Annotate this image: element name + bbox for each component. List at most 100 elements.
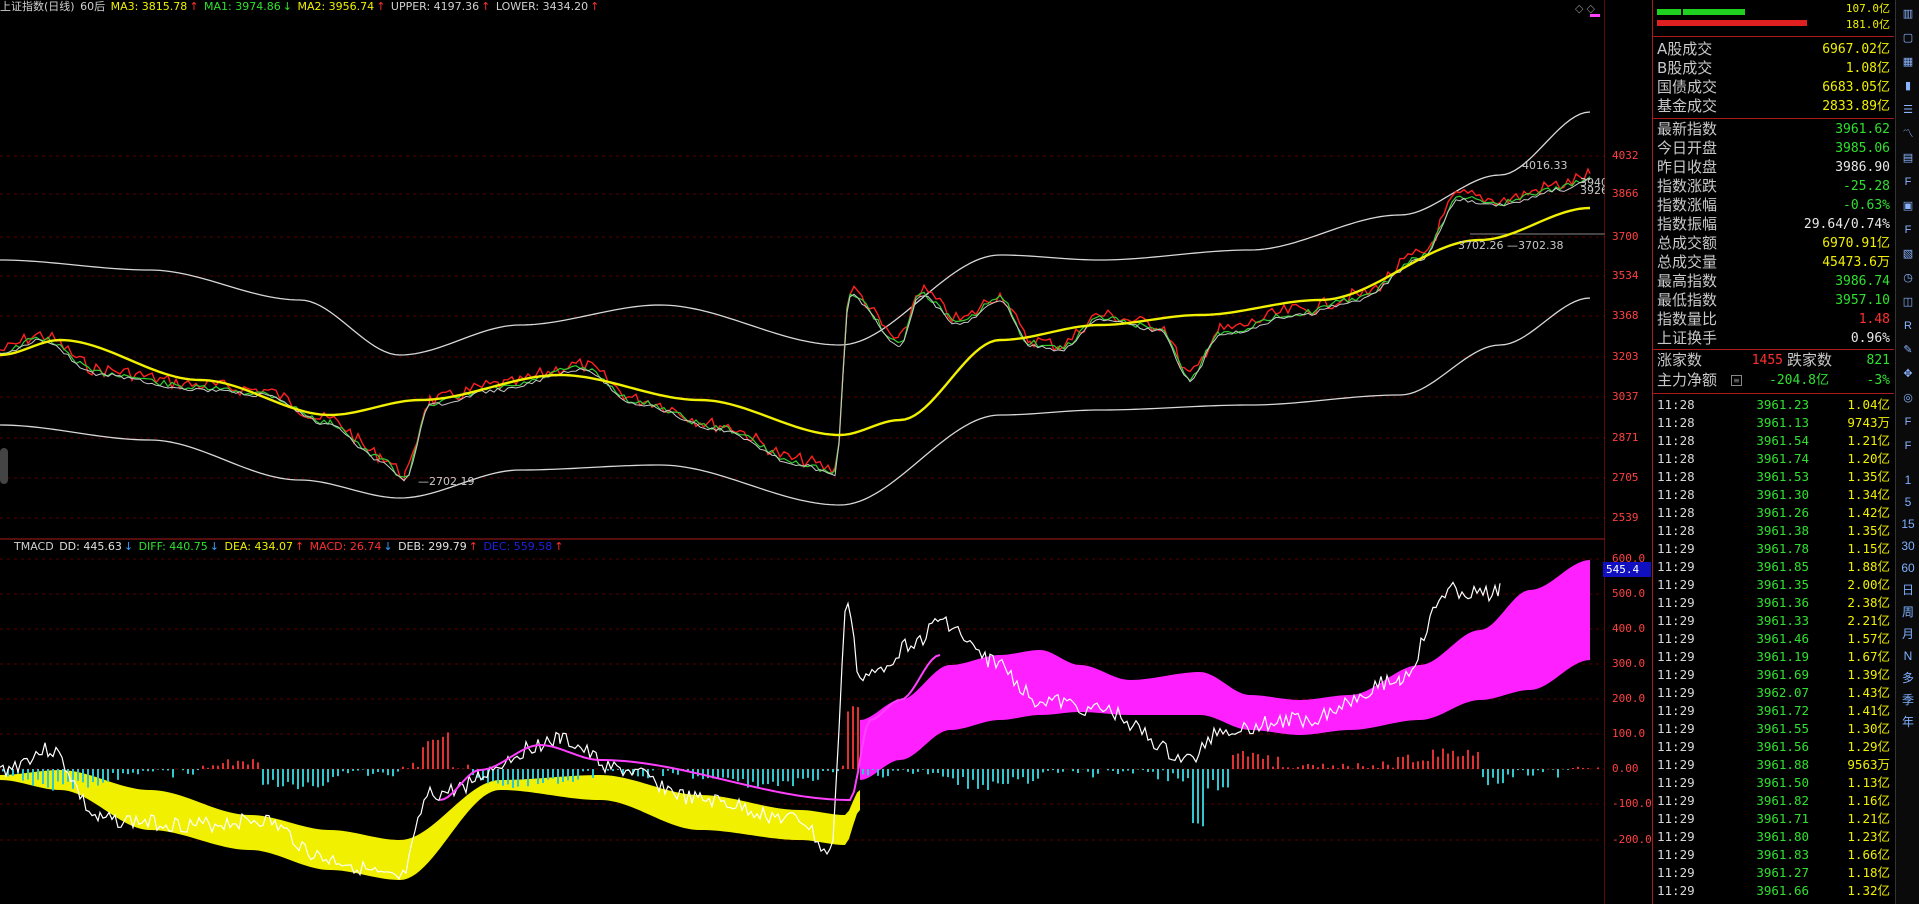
bar-chart-icon[interactable]: ▮ [1898,76,1918,96]
period-button[interactable]: 多 [1898,668,1918,688]
tick-row[interactable]: 11:29 3961.69 1.39亿 [1655,666,1890,684]
flow-info-icon[interactable]: ≡ [1731,375,1742,386]
period-label[interactable]: 60后 [80,0,105,13]
up-label: 涨家数 [1657,351,1703,369]
chart-icon[interactable]: ◫ [1898,292,1918,312]
period-button[interactable]: 日 [1898,580,1918,600]
histogram-bar [417,766,419,769]
histogram-bar [802,769,804,779]
histogram-bar [1342,763,1344,769]
pencil-icon[interactable]: ✎ [1898,340,1918,360]
histogram-bar [1212,769,1214,780]
tick-row[interactable]: 11:29 3961.36 2.38亿 [1655,594,1890,612]
diamond-icons[interactable]: ◇ ◇ [1575,2,1601,22]
histogram-bar [832,769,834,773]
tick-row[interactable]: 11:29 3961.35 2.00亿 [1655,576,1890,594]
move-icon[interactable]: ✥ [1898,364,1918,384]
tick-row[interactable]: 11:28 3961.54 1.21亿 [1655,432,1890,450]
histogram-bar [717,769,719,778]
sub-axis-label: 0.00 [1612,762,1639,775]
tick-row[interactable]: 11:28 3961.26 1.42亿 [1655,504,1890,522]
chart-area[interactable]: 4016.33 —2702.19 3702.26 —3702.38 3940 3926 … [0,0,1605,904]
period-button[interactable]: 月 [1898,624,1918,644]
histogram-bar [282,769,284,787]
tick-row[interactable]: 11:29 3961.66 1.32亿 [1655,882,1890,900]
tick-row[interactable]: 11:29 3961.33 2.21亿 [1655,612,1890,630]
histogram-bar [1312,764,1314,769]
histogram-bar [607,769,609,771]
period-button[interactable]: 60 [1898,558,1918,578]
f5-icon[interactable]: F [1898,412,1918,432]
sheet-icon[interactable]: ▧ [1898,244,1918,264]
histogram-bar [542,769,544,783]
index-row-value: 3985.06 [1835,141,1890,156]
period-button[interactable]: 30 [1898,536,1918,556]
histogram-bar [1142,769,1144,771]
tick-row[interactable]: 11:29 3961.55 1.30亿 [1655,720,1890,738]
tick-row[interactable]: 11:28 3961.13 9743万 [1655,414,1890,432]
histogram-bar [732,769,734,779]
turnover-row-label: 国债成交 [1657,78,1718,96]
tick-row[interactable]: 11:29 3961.80 1.23亿 [1655,828,1890,846]
period-button[interactable]: 季 [1898,690,1918,710]
tick-row[interactable]: 11:29 3962.07 1.43亿 [1655,684,1890,702]
bollinger-bands [0,111,1605,506]
tick-row[interactable]: 11:29 3961.50 1.13亿 [1655,774,1890,792]
tick-row[interactable]: 11:29 3961.78 1.15亿 [1655,540,1890,558]
histogram-bar [652,769,654,771]
tick-row[interactable]: 11:28 3961.74 1.20亿 [1655,450,1890,468]
tick-row[interactable]: 11:29 3961.71 1.21亿 [1655,810,1890,828]
period-button[interactable]: 1 [1898,470,1918,490]
tick-row[interactable]: 11:28 3961.53 1.35亿 [1655,468,1890,486]
histogram-bar [1057,769,1059,773]
window-icon[interactable]: ▢ [1898,28,1918,48]
histogram-bar [957,769,959,785]
list-icon[interactable]: ☰ [1898,100,1918,120]
tick-row[interactable]: 11:29 3961.19 1.67亿 [1655,648,1890,666]
tick-row[interactable]: 11:29 3961.88 9563万 [1655,756,1890,774]
tick-row[interactable]: 11:29 3961.72 1.41亿 [1655,702,1890,720]
tick-row[interactable]: 11:29 3961.56 1.29亿 [1655,738,1890,756]
histogram-bar [727,769,729,778]
chart-title[interactable]: 上证指数(日线) [0,0,75,13]
tick-row[interactable]: 11:29 3961.27 1.18亿 [1655,864,1890,882]
bar-top-value: 107.0亿 [1845,2,1890,15]
period-button[interactable]: N [1898,646,1918,666]
target-icon[interactable]: ◎ [1898,388,1918,408]
period-button[interactable]: 15 [1898,514,1918,534]
tmacd-label[interactable]: TMACD [14,540,54,553]
f10-icon[interactable]: F [1898,172,1918,192]
histogram-bar [1152,769,1154,772]
period-button[interactable]: 5 [1898,492,1918,512]
tick-row[interactable]: 11:29 3961.85 1.88亿 [1655,558,1890,576]
tick-row[interactable]: 11:29 3961.46 1.57亿 [1655,630,1890,648]
period-button[interactable]: 年 [1898,712,1918,732]
histogram-bar [212,765,214,769]
tick-time: 11:28 [1657,505,1695,520]
tick-row[interactable]: 11:28 3961.23 1.04亿 [1655,396,1890,414]
histogram-bar [82,769,84,783]
chart-canvas[interactable]: 4016.33—2702.193702.26 —3702.3839403926 [0,0,1605,904]
histogram-bar [1442,748,1444,769]
tick-row[interactable]: 11:29 3961.83 1.66亿 [1655,846,1890,864]
grid-icon[interactable]: ▦ [1898,52,1918,72]
histogram-bar [272,769,274,780]
rsi-icon[interactable]: R [1898,316,1918,336]
period-button[interactable]: 周 [1898,602,1918,622]
kline-icon[interactable]: ▥ [1898,4,1918,24]
histogram-bar [567,769,569,781]
tick-row[interactable]: 11:29 3961.82 1.16亿 [1655,792,1890,810]
tick-row[interactable]: 11:28 3961.38 1.35亿 [1655,522,1890,540]
tick-row[interactable]: 11:28 3961.30 1.34亿 [1655,486,1890,504]
f6-icon[interactable]: F [1898,436,1918,456]
histogram-bar [982,769,984,785]
histogram-bar [467,764,469,769]
layers-icon[interactable]: ▣ [1898,196,1918,216]
clock-icon[interactable]: ◷ [1898,268,1918,288]
histogram-bar [1302,765,1304,769]
f2-icon[interactable]: F [1898,220,1918,240]
index-row-label: 最新指数 [1657,120,1718,138]
line-chart-icon[interactable]: 〽 [1898,124,1918,144]
table-icon[interactable]: ▤ [1898,148,1918,168]
histogram-bar [132,769,134,773]
